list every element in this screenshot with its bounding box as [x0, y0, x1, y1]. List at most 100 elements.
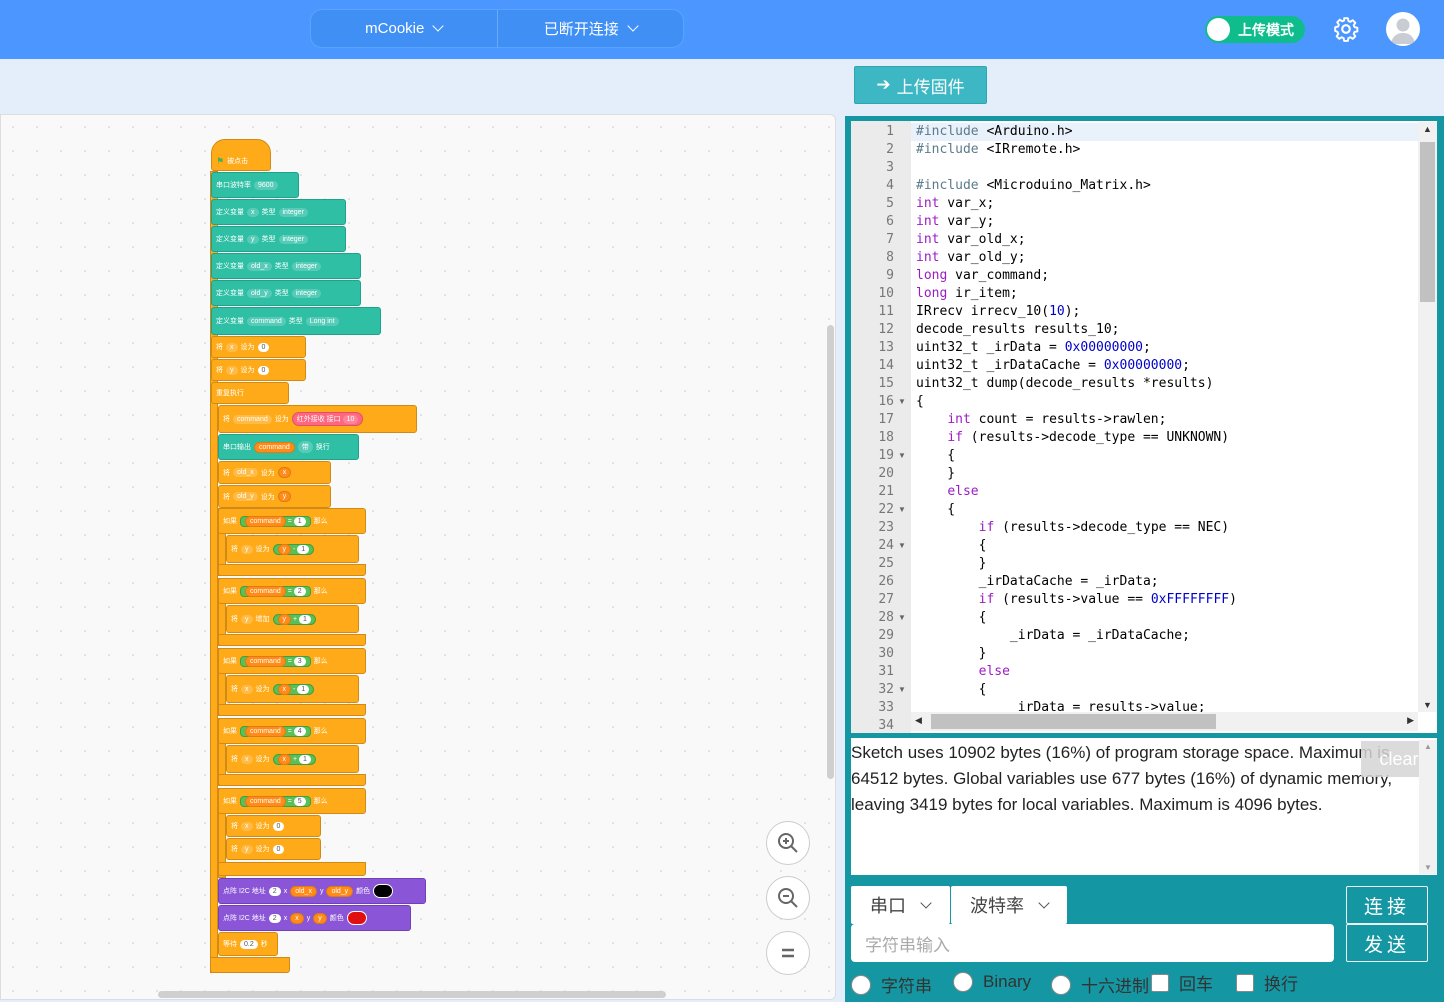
if-header[interactable]: 如果 command = 2 那么	[218, 578, 366, 604]
value-input[interactable]: 0	[257, 365, 270, 375]
code-line[interactable]: uint32_t _irData = 0x00000000;	[916, 339, 1151, 357]
serial-print-block[interactable]: 串口输出 command 带 换行	[218, 434, 359, 460]
fold-arrow-icon[interactable]: ▼	[898, 451, 906, 460]
editor-vertical-scrollbar[interactable]: ▼ ▲	[1418, 122, 1437, 712]
value-input[interactable]: 0	[257, 342, 270, 352]
baud-rate-select[interactable]: 波特率	[951, 886, 1067, 924]
code-line[interactable]: decode_results results_10;	[916, 321, 1120, 339]
code-line[interactable]: int var_old_x;	[916, 231, 1026, 249]
when-flag-clicked-block[interactable]: ⚑ 被点击	[211, 139, 271, 171]
operand-value[interactable]: 1	[297, 684, 310, 694]
if-header[interactable]: 如果 command = 4 那么	[218, 718, 366, 744]
code-line[interactable]: }	[916, 465, 955, 483]
checkbox-box[interactable]	[1236, 973, 1254, 992]
value-input[interactable]: 0	[272, 844, 285, 854]
code-line[interactable]: {	[916, 681, 987, 699]
send-button[interactable]: 发送	[1346, 924, 1428, 962]
code-line[interactable]: #include <IRremote.h>	[916, 141, 1080, 159]
set-var-block[interactable]: 将 old_y 设为 y	[218, 485, 331, 508]
code-line[interactable]: if (results->value == 0xFFFFFFFF)	[916, 591, 1237, 609]
if-block[interactable]: 如果 command = 1 那么 将 y 设为 y - 1	[218, 508, 366, 576]
var-dropdown[interactable]: x	[247, 207, 259, 217]
forever-block[interactable]: 重复执行	[211, 382, 289, 404]
declare-var-block[interactable]: 定义变量 x 类型 integer	[211, 199, 346, 225]
type-dropdown[interactable]: integer	[278, 234, 308, 244]
color-swatch-black[interactable]	[373, 884, 394, 898]
scroll-left-arrow-icon[interactable]: ◀	[915, 715, 922, 726]
var-dropdown[interactable]: old_y	[233, 492, 258, 501]
connection-select[interactable]: 已断开连接	[496, 10, 684, 47]
serial-port-select[interactable]: 串口	[851, 886, 950, 924]
var-dropdown[interactable]: x	[226, 342, 238, 352]
upload-firmware-button[interactable]: ➔ 上传固件	[854, 66, 987, 104]
var-dropdown[interactable]: old_x	[233, 468, 258, 477]
var-dropdown[interactable]: x	[241, 821, 253, 831]
scroll-down-arrow-icon[interactable]: ▼	[1424, 863, 1432, 872]
zoom-reset-button[interactable]	[766, 931, 810, 975]
i2c-addr-input[interactable]: 2	[268, 886, 281, 896]
value-input[interactable]: 0	[272, 821, 285, 831]
code-line[interactable]: _irData = _irDataCache;	[916, 627, 1190, 645]
code-line[interactable]: {	[916, 609, 987, 627]
wait-block[interactable]: 等待 0.2 秒	[218, 932, 278, 956]
ir-receive-reporter[interactable]: 红外接收 接口 10	[291, 412, 364, 426]
code-line[interactable]: if (results->decode_type == UNKNOWN)	[916, 429, 1229, 447]
board-select[interactable]: mCookie	[311, 10, 497, 47]
set-var-block[interactable]: 将 x 设为 x - 1	[226, 675, 359, 703]
code-line[interactable]: else	[916, 663, 1010, 681]
var-dropdown[interactable]: y	[241, 614, 253, 624]
command-reporter[interactable]: command	[254, 441, 295, 453]
old-x-reporter[interactable]: old_x	[290, 885, 317, 897]
if-header[interactable]: 如果 command = 1 那么	[218, 508, 366, 534]
scroll-up-arrow-icon[interactable]: ▲	[1423, 124, 1432, 134]
plus-operator[interactable]: x + 1	[272, 753, 316, 765]
y-reporter[interactable]: y	[313, 912, 327, 924]
type-dropdown[interactable]: integer	[278, 207, 308, 217]
equals-operator[interactable]: command = 1	[240, 515, 311, 527]
compare-value[interactable]: 5	[293, 796, 306, 806]
equals-operator[interactable]: command = 2	[240, 585, 311, 597]
fold-arrow-icon[interactable]: ▼	[898, 613, 906, 622]
radio-binary[interactable]: Binary	[953, 972, 1031, 992]
declare-var-block[interactable]: 定义变量 command 类型 Long int	[211, 307, 381, 335]
set-var-block[interactable]: 将 x 设为 0	[226, 815, 321, 837]
var-dropdown[interactable]: y	[247, 234, 259, 244]
color-swatch-red[interactable]	[346, 911, 367, 925]
zoom-out-button[interactable]	[766, 876, 810, 920]
declare-var-block[interactable]: 定义变量 old_x 类型 integer	[211, 253, 361, 279]
radio-string[interactable]: 字符串	[851, 972, 932, 997]
matrix-draw-block[interactable]: 点阵 I2C 地址 2 x x y y 颜色	[218, 905, 411, 931]
if-header[interactable]: 如果 command = 5 那么	[218, 788, 366, 814]
operand-value[interactable]: 1	[298, 614, 311, 624]
fold-arrow-icon[interactable]: ▼	[898, 397, 906, 406]
var-dropdown[interactable]: command	[233, 414, 272, 424]
set-ir-block[interactable]: 将 command 设为 红外接收 接口 10	[218, 405, 417, 433]
set-var-block[interactable]: 将 y 设为 0	[211, 359, 306, 381]
code-line[interactable]: }	[916, 555, 987, 573]
code-line[interactable]: long ir_item;	[916, 285, 1018, 303]
code-line[interactable]: else	[916, 483, 978, 501]
set-var-block[interactable]: 将 x 设为 x + 1	[226, 745, 359, 773]
console-scrollbar[interactable]: ▲ ▼	[1419, 740, 1437, 874]
upload-mode-toggle[interactable]: 上传模式	[1205, 16, 1305, 43]
var-dropdown[interactable]: y	[226, 365, 238, 375]
ir-pin-dropdown[interactable]: 10	[342, 415, 359, 424]
type-dropdown[interactable]: integer	[291, 288, 322, 298]
x-reporter[interactable]: x	[290, 912, 304, 924]
code-line[interactable]: int var_old_y;	[916, 249, 1026, 267]
if-block[interactable]: 如果 command = 2 那么 将 y 增加 y + 1	[218, 578, 366, 646]
radio-circle[interactable]	[851, 974, 871, 995]
gear-icon[interactable]	[1333, 16, 1359, 42]
declare-var-block[interactable]: 定义变量 old_y 类型 integer	[211, 280, 361, 306]
scroll-right-arrow-icon[interactable]: ▶	[1407, 715, 1414, 726]
scroll-up-arrow-icon[interactable]: ▲	[1424, 742, 1432, 751]
code-line[interactable]: uint32_t dump(decode_results *results)	[916, 375, 1213, 393]
i2c-addr-input[interactable]: 2	[268, 913, 281, 923]
equals-operator[interactable]: command = 4	[240, 725, 311, 737]
compare-value[interactable]: 1	[293, 516, 306, 526]
serial-input[interactable]: 字符串输入	[851, 924, 1334, 962]
operand-value[interactable]: 1	[298, 754, 311, 764]
connect-button[interactable]: 连接	[1346, 886, 1428, 924]
compare-value[interactable]: 2	[293, 586, 306, 596]
code-line[interactable]: int var_x;	[916, 195, 994, 213]
